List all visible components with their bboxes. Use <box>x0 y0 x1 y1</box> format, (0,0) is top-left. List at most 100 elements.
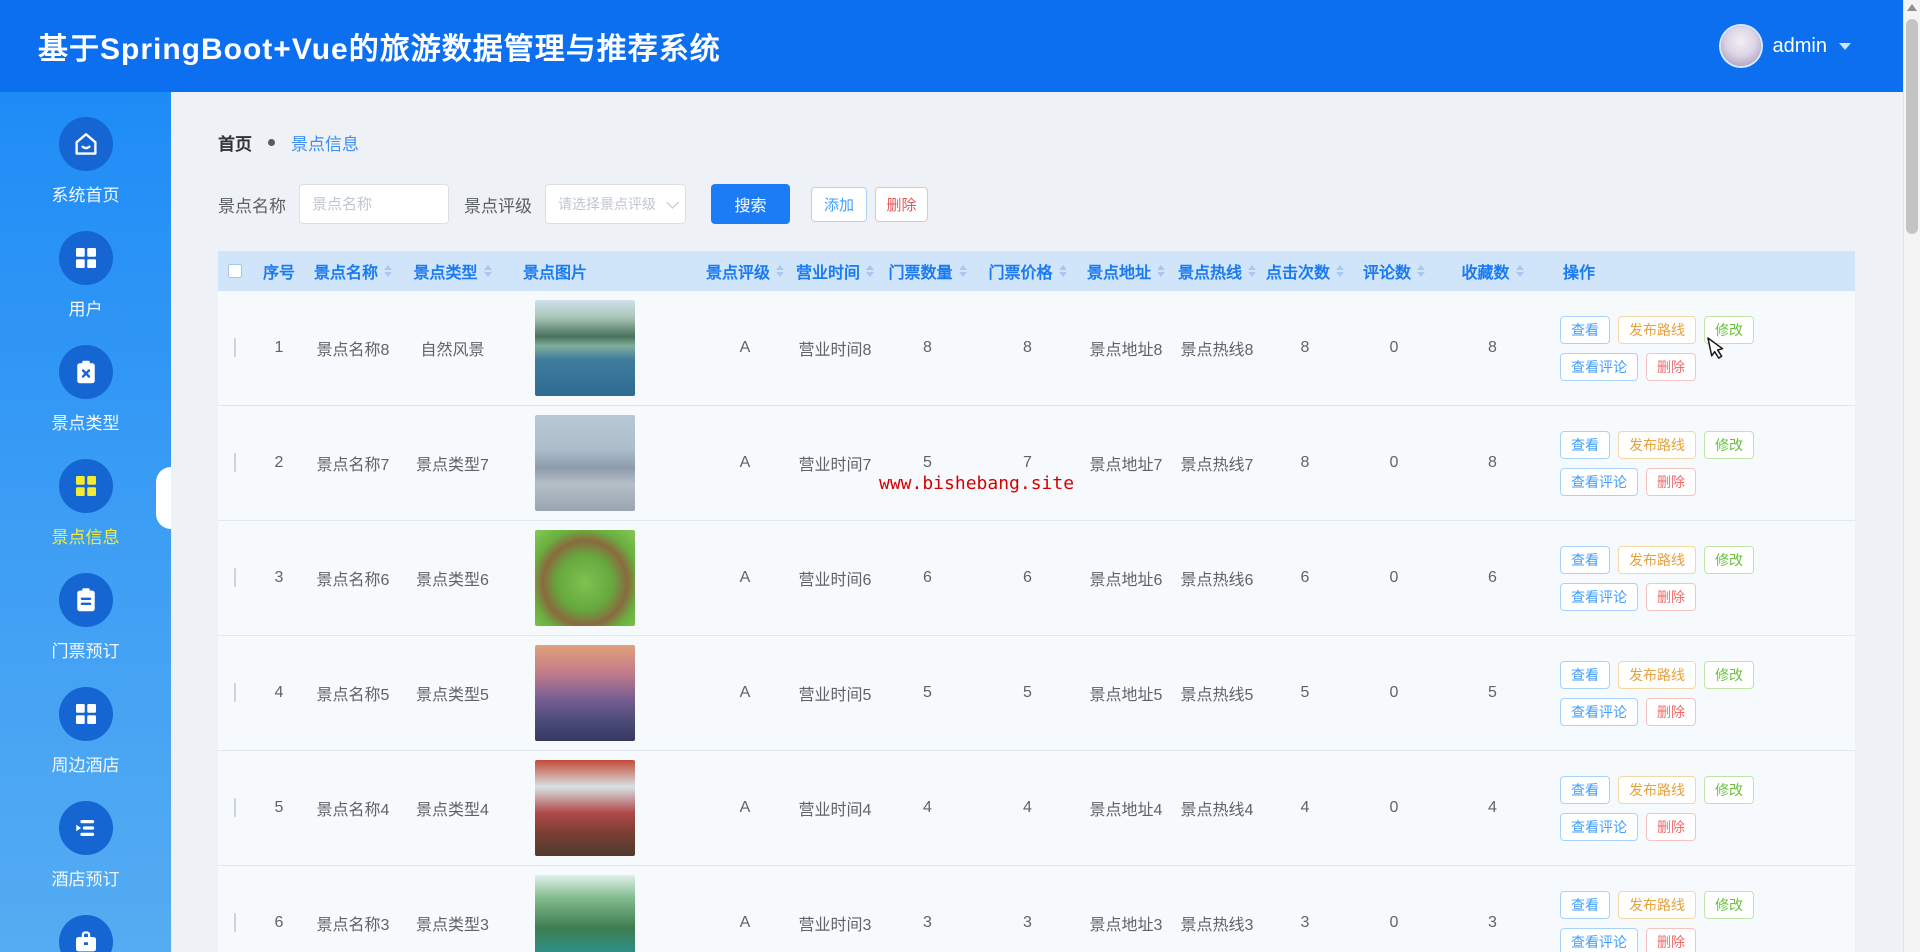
delete-button[interactable]: 删除 <box>1646 353 1696 381</box>
row-checkbox[interactable] <box>234 338 236 357</box>
breadcrumb-home[interactable]: 首页 <box>218 130 252 155</box>
publish-route-button[interactable]: 发布路线 <box>1618 316 1696 344</box>
scrollbar-thumb[interactable] <box>1906 19 1918 234</box>
publish-route-button[interactable]: 发布路线 <box>1618 431 1696 459</box>
row-checkbox[interactable] <box>234 568 236 587</box>
mountain-valley-photo[interactable] <box>535 875 635 952</box>
edit-button[interactable]: 修改 <box>1704 891 1754 919</box>
column-header-hours: 营业时间 <box>790 259 880 283</box>
sort-carets-icon[interactable] <box>959 265 967 277</box>
avatar[interactable] <box>1721 26 1761 66</box>
sort-carets-icon[interactable] <box>1336 265 1344 277</box>
sidebar-item-more[interactable] <box>0 915 171 952</box>
publish-route-button[interactable]: 发布路线 <box>1618 776 1696 804</box>
view-button[interactable]: 查看 <box>1560 776 1610 804</box>
cell-name: 景点名称7 <box>306 451 400 475</box>
cell-actions: 查看发布路线修改查看评论删除 <box>1545 536 1855 621</box>
sidebar-item-酒店预订[interactable]: 酒店预订 <box>0 801 171 915</box>
lake-boats-photo[interactable] <box>535 300 635 396</box>
column-label: 景点热线 <box>1178 259 1242 283</box>
rating-filter-label: 景点评级 <box>464 192 532 217</box>
sidebar-item-周边酒店[interactable]: 周边酒店 <box>0 687 171 801</box>
sort-carets-icon[interactable] <box>484 265 492 277</box>
search-button[interactable]: 搜索 <box>711 184 790 224</box>
view-comments-button[interactable]: 查看评论 <box>1560 468 1638 496</box>
publish-route-button[interactable]: 发布路线 <box>1618 891 1696 919</box>
cell-name: 景点名称6 <box>306 566 400 590</box>
sidebar-item-景点类型[interactable]: 景点类型 <box>0 345 171 459</box>
column-header-hotline: 景点热线 <box>1172 259 1262 283</box>
view-comments-button[interactable]: 查看评论 <box>1560 928 1638 952</box>
edit-button[interactable]: 修改 <box>1704 661 1754 689</box>
view-comments-button[interactable]: 查看评论 <box>1560 813 1638 841</box>
vertical-scrollbar[interactable] <box>1903 0 1920 952</box>
delete-button[interactable]: 删除 <box>1646 583 1696 611</box>
view-button[interactable]: 查看 <box>1560 431 1610 459</box>
cell-favorites: 8 <box>1440 454 1545 472</box>
cell-rating: A <box>700 454 790 472</box>
row-checkbox[interactable] <box>234 913 236 932</box>
cell-name: 景点名称3 <box>306 911 400 935</box>
edit-button[interactable]: 修改 <box>1704 431 1754 459</box>
cell-comments: 0 <box>1348 454 1440 472</box>
view-button[interactable]: 查看 <box>1560 661 1610 689</box>
sidebar-item-用户[interactable]: 用户 <box>0 231 171 345</box>
grid-icon <box>59 459 113 513</box>
sort-carets-icon[interactable] <box>384 265 392 277</box>
sort-carets-icon[interactable] <box>1157 265 1165 277</box>
cell-rating: A <box>700 569 790 587</box>
breadcrumb-current[interactable]: 景点信息 <box>291 130 359 155</box>
edit-button[interactable]: 修改 <box>1704 316 1754 344</box>
row-checkbox[interactable] <box>234 683 236 702</box>
cell-actions: 查看发布路线修改查看评论删除 <box>1545 651 1855 736</box>
autumn-pagoda-photo[interactable] <box>535 760 635 856</box>
sort-carets-icon[interactable] <box>1417 265 1425 277</box>
add-button[interactable]: 添加 <box>811 187 867 222</box>
cell-qty: 8 <box>880 339 975 357</box>
select-all-checkbox[interactable] <box>228 264 242 278</box>
delete-button[interactable]: 删除 <box>1646 928 1696 952</box>
sunset-river-photo[interactable] <box>535 645 635 741</box>
cell-clicks: 8 <box>1262 454 1348 472</box>
top-header: 基于SpringBoot+Vue的旅游数据管理与推荐系统 admin <box>0 0 1903 92</box>
cell-seq: 4 <box>252 684 306 702</box>
column-label: 景点地址 <box>1087 259 1151 283</box>
row-checkbox[interactable] <box>234 453 236 472</box>
list-arrow-icon <box>59 801 113 855</box>
name-filter-input[interactable] <box>299 184 449 224</box>
delete-button[interactable]: 删除 <box>1646 698 1696 726</box>
user-name[interactable]: admin <box>1773 35 1827 58</box>
delete-button[interactable]: 删除 <box>1646 813 1696 841</box>
heart-frame-photo[interactable] <box>535 530 635 626</box>
rating-filter-select[interactable]: 请选择景点评级 <box>545 184 686 224</box>
delete-button[interactable]: 删除 <box>1646 468 1696 496</box>
sort-carets-icon[interactable] <box>776 265 784 277</box>
scrollbar-up-arrow[interactable] <box>1907 4 1917 11</box>
user-menu[interactable]: admin <box>1721 26 1851 66</box>
sort-carets-icon[interactable] <box>1516 265 1524 277</box>
view-comments-button[interactable]: 查看评论 <box>1560 583 1638 611</box>
sort-carets-icon[interactable] <box>1059 265 1067 277</box>
view-button[interactable]: 查看 <box>1560 891 1610 919</box>
publish-route-button[interactable]: 发布路线 <box>1618 546 1696 574</box>
view-comments-button[interactable]: 查看评论 <box>1560 353 1638 381</box>
publish-route-button[interactable]: 发布路线 <box>1618 661 1696 689</box>
sidebar-item-系统首页[interactable]: 系统首页 <box>0 117 171 231</box>
column-label: 景点图片 <box>523 259 587 283</box>
delete-selected-button[interactable]: 删除 <box>875 187 928 222</box>
sidebar-item-门票预订[interactable]: 门票预订 <box>0 573 171 687</box>
view-button[interactable]: 查看 <box>1560 546 1610 574</box>
cell-hours: 营业时间6 <box>790 566 880 590</box>
edit-button[interactable]: 修改 <box>1704 776 1754 804</box>
sidebar-item-景点信息[interactable]: 景点信息 <box>0 459 171 573</box>
sort-carets-icon[interactable] <box>866 265 874 277</box>
row-checkbox[interactable] <box>234 798 236 817</box>
glass-pyramid-photo[interactable] <box>535 415 635 511</box>
cell-hotline: 景点热线3 <box>1172 911 1262 935</box>
cell-type: 景点类型5 <box>400 681 505 705</box>
sort-carets-icon[interactable] <box>1248 265 1256 277</box>
view-comments-button[interactable]: 查看评论 <box>1560 698 1638 726</box>
home-icon <box>59 117 113 171</box>
view-button[interactable]: 查看 <box>1560 316 1610 344</box>
edit-button[interactable]: 修改 <box>1704 546 1754 574</box>
